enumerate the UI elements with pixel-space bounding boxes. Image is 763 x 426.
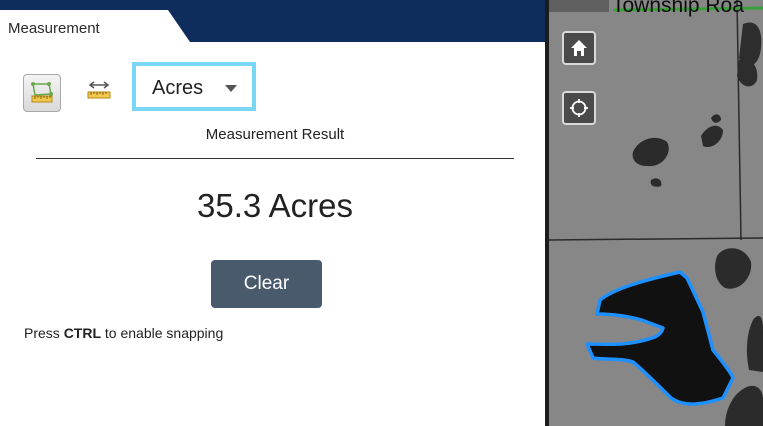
measurement-result-value: 35.3 Acres <box>197 187 353 224</box>
result-heading: Measurement Result <box>205 126 345 143</box>
road-label: Township Roa <box>612 0 744 17</box>
hint-prefix: Press <box>24 325 64 341</box>
units-dropdown[interactable]: Acres <box>132 62 256 111</box>
home-button[interactable] <box>562 31 596 65</box>
area-tool-button[interactable] <box>23 74 61 112</box>
locate-icon <box>570 99 588 117</box>
distance-tool-button[interactable] <box>80 74 118 112</box>
divider <box>36 158 514 159</box>
hint-suffix: to enable snapping <box>101 325 224 341</box>
clear-button[interactable]: Clear <box>211 260 322 308</box>
locate-button[interactable] <box>562 91 596 125</box>
map-view[interactable]: Township Roa <box>545 0 763 426</box>
measurement-panel: Measurement Acres Measurement Result 35.… <box>0 0 545 426</box>
snapping-hint: Press CTRL to enable snapping <box>24 325 223 341</box>
home-icon <box>571 40 587 56</box>
map-divider <box>545 0 549 426</box>
hint-key: CTRL <box>63 325 102 341</box>
distance-ruler-icon <box>87 81 111 99</box>
units-selected-value: Acres <box>152 77 204 99</box>
chevron-down-icon <box>225 85 237 92</box>
tab-measurement-label: Measurement <box>8 20 100 37</box>
area-ruler-icon <box>31 82 53 103</box>
